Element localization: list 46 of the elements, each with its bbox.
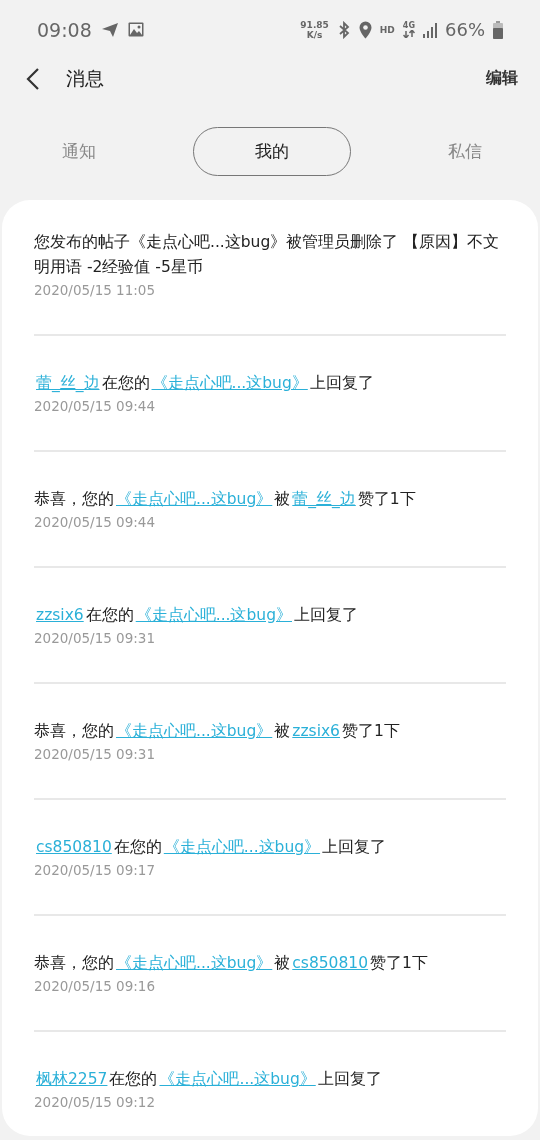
battery-percent: 66% bbox=[445, 19, 485, 41]
message-date: 2020/05/15 09:31 bbox=[34, 629, 155, 648]
link[interactable]: 《走点心吧...这bug》 bbox=[161, 838, 323, 856]
status-time: 09:08 bbox=[37, 18, 92, 41]
message-text: 枫林2257在您的《走点心吧...这bug》上回复了 bbox=[34, 1069, 382, 1090]
link[interactable]: cs850810 bbox=[290, 954, 371, 972]
tab[interactable]: 通知 bbox=[40, 127, 118, 176]
link[interactable]: cs850810 bbox=[34, 838, 114, 856]
image-icon bbox=[127, 22, 144, 38]
link[interactable]: 《走点心吧...这bug》 bbox=[114, 954, 275, 972]
paper-plane-icon bbox=[100, 21, 119, 38]
message-text: 恭喜，您的《走点心吧...这bug》被 cs850810赞了1下 bbox=[34, 953, 428, 974]
battery-icon bbox=[493, 20, 503, 39]
message-text: 蕾_丝_边在您的《走点心吧...这bug》上回复了 bbox=[34, 373, 374, 394]
speed-unit: K/s bbox=[306, 29, 323, 40]
link[interactable]: 蕾_丝_边 bbox=[34, 374, 102, 392]
link[interactable]: zzsix6 bbox=[34, 606, 86, 624]
message-date: 2020/05/15 09:16 bbox=[34, 977, 155, 996]
location-pin-icon bbox=[358, 20, 372, 39]
message-text: 恭喜，您的《走点心吧...这bug》被 zzsix6赞了1下 bbox=[34, 721, 400, 742]
message-date: 2020/05/15 09:12 bbox=[34, 1093, 155, 1112]
data-arrows-icon bbox=[402, 30, 415, 39]
message-date: 2020/05/15 09:44 bbox=[34, 397, 155, 416]
page-title: 消息 bbox=[66, 65, 104, 91]
message-date: 2020/05/15 11:05 bbox=[34, 281, 155, 300]
link[interactable]: 枫林2257 bbox=[34, 1070, 110, 1088]
link[interactable]: zzsix6 bbox=[290, 722, 342, 740]
link[interactable]: 《走点心吧...这bug》 bbox=[157, 1070, 318, 1088]
message-date: 2020/05/15 09:17 bbox=[34, 861, 155, 880]
tab[interactable]: 私信 bbox=[426, 127, 504, 176]
signal-icon bbox=[423, 21, 437, 38]
message-text: 您发布的帖子《走点心吧...这bug》被管理员删除了 【原因】不文明用语 -2经验值 -5星币 bbox=[34, 232, 501, 278]
link[interactable]: 《走点心吧...这bug》 bbox=[114, 722, 275, 740]
edit-button[interactable]: 编辑 bbox=[484, 66, 520, 92]
message-text: 恭喜，您的《走点心吧...这bug》被蕾_丝_边赞了1下 bbox=[34, 489, 416, 510]
link[interactable]: 《走点心吧...这bug》 bbox=[133, 606, 294, 624]
message-text: cs850810在您的《走点心吧...这bug》上回复了 bbox=[34, 837, 387, 858]
link[interactable]: 《走点心吧...这bug》 bbox=[114, 490, 275, 508]
link[interactable]: 蕾_丝_边 bbox=[290, 490, 358, 508]
message-date: 2020/05/15 09:44 bbox=[34, 513, 155, 532]
hd-label: HD bbox=[379, 24, 395, 35]
link[interactable]: 《走点心吧...这bug》 bbox=[149, 374, 310, 392]
network-speed: 91.85 bbox=[300, 19, 329, 30]
network-type: 4G bbox=[402, 21, 415, 31]
message-text: zzsix6在您的《走点心吧...这bug》上回复了 bbox=[34, 605, 358, 626]
message-date: 2020/05/15 09:31 bbox=[34, 745, 155, 764]
